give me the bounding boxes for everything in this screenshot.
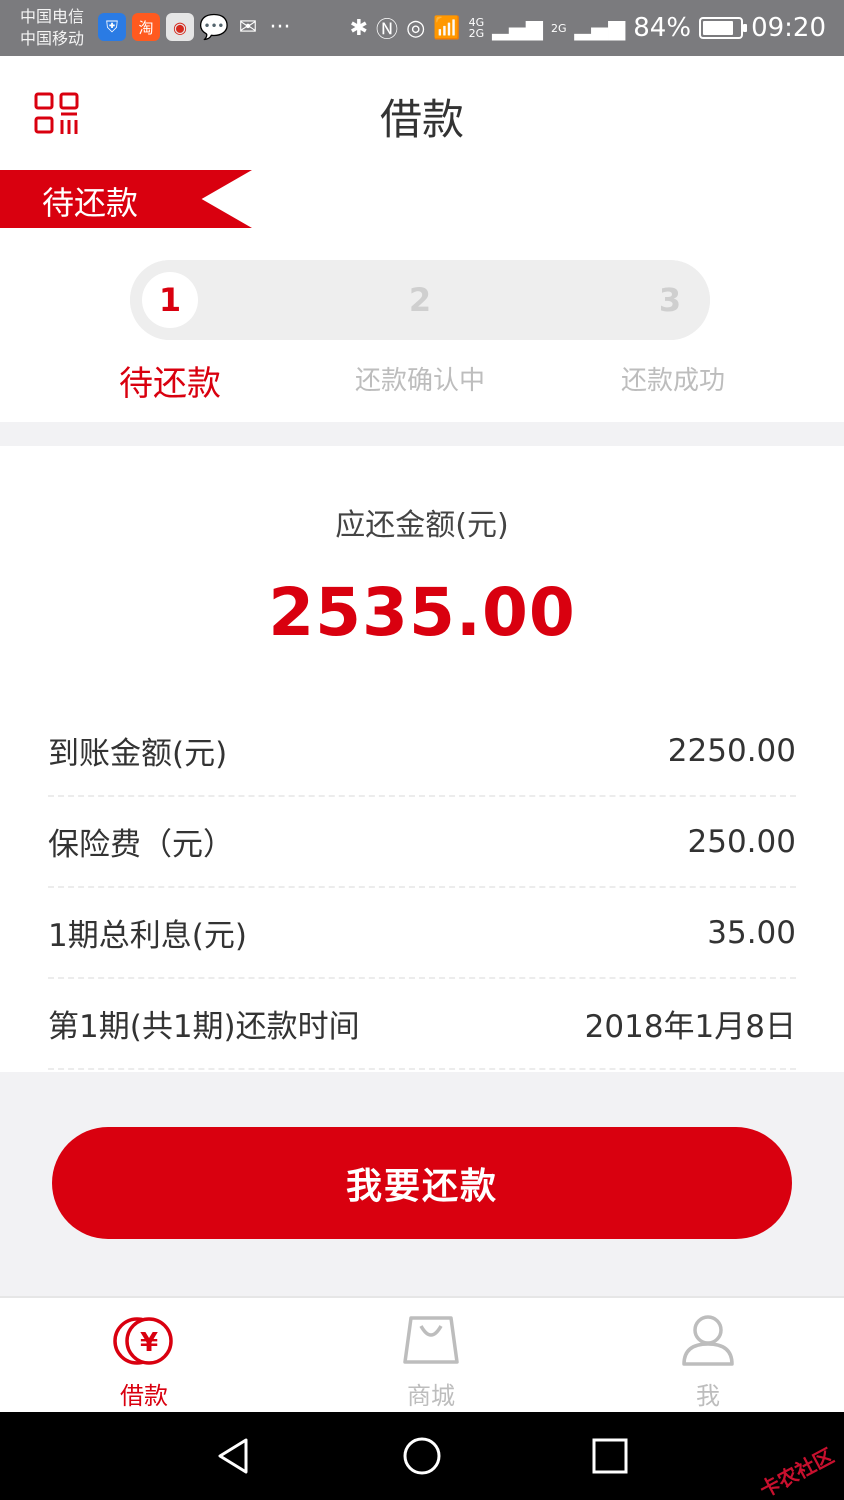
amount-due-label: 应还金额(元)	[335, 508, 509, 543]
tab-loan[interactable]: ¥ 借款	[44, 1298, 244, 1414]
tab-loan-label: 借款	[120, 1382, 168, 1410]
bluetooth-icon: ✱	[349, 15, 369, 41]
signal-2-icon: ▂▄▆	[574, 15, 626, 41]
detail-key: 保险费（元）	[48, 827, 234, 863]
detail-value: 35.00	[707, 914, 796, 951]
yuan-coin-icon: ¥	[113, 1317, 173, 1365]
step-3: 3	[630, 260, 710, 340]
carrier-names: 中国电信 中国移动	[20, 6, 84, 50]
carrier-1: 中国电信	[20, 7, 85, 26]
shopping-bag-icon	[403, 1316, 459, 1364]
status-bar: 中国电信 中国移动 ⛨ 淘 ◉ 💬 ✉ ··· ✱ Ⓝ ◎ 📶 4G 2G ▂▄▆…	[0, 0, 844, 56]
home-icon[interactable]	[400, 1434, 444, 1478]
watermark: 卡农社区	[755, 1443, 838, 1500]
chat-bubble-icon: 💬	[199, 13, 229, 41]
network-type-icon: 4G 2G	[468, 16, 485, 40]
weibo-icon: ◉	[166, 13, 194, 41]
nfc-icon: Ⓝ	[376, 18, 399, 43]
detail-list: 到账金额(元) 2250.00 保险费（元） 250.00 1期总利息(元) 3…	[48, 706, 796, 1070]
tab-mall[interactable]: 商城	[331, 1298, 531, 1414]
recents-icon[interactable]	[588, 1434, 632, 1478]
detail-row-interest: 1期总利息(元) 35.00	[48, 888, 796, 979]
detail-value: 2018年1月8日	[584, 1009, 796, 1045]
battery-icon	[699, 17, 748, 39]
svg-text:¥: ¥	[140, 1328, 158, 1358]
repay-button[interactable]: 我要还款	[52, 1127, 792, 1239]
step-2-number: 2	[408, 281, 432, 319]
detail-value: 250.00	[687, 823, 796, 860]
taobao-icon: 淘	[132, 13, 160, 41]
network-type-2-icon: 2G	[550, 21, 567, 35]
repayment-card: 应还金额(元) 2535.00 到账金额(元) 2250.00 保险费（元） 2…	[0, 446, 844, 1072]
more-notifications-icon: ···	[269, 14, 291, 40]
battery-percent: 84%	[633, 13, 692, 43]
amount-due-value: 2535.00	[268, 574, 576, 651]
wifi-icon: 📶	[433, 15, 461, 41]
tab-me-label: 我	[696, 1382, 720, 1410]
step-1-label: 待还款	[119, 364, 221, 404]
signal-1-icon: ▂▄▆	[492, 15, 543, 41]
shield-icon: ⛨	[98, 13, 126, 41]
repayment-progress: 待还款 1 2 3 待还款 还款确认中 还款成功	[0, 170, 844, 422]
detail-row-insurance: 保险费（元） 250.00	[48, 797, 796, 888]
clock: 09:20	[751, 13, 826, 43]
step-1: 1	[130, 260, 210, 340]
step-2: 2	[380, 260, 460, 340]
back-icon[interactable]	[212, 1434, 256, 1478]
bottom-tab-bar: ¥ 借款 商城 我	[0, 1296, 844, 1412]
status-ribbon-label: 待还款	[42, 184, 139, 222]
page-title: 借款	[379, 95, 464, 144]
detail-row-received: 到账金额(元) 2250.00	[48, 706, 796, 797]
app-header: 借款	[0, 56, 844, 170]
step-3-label: 还款成功	[620, 366, 725, 396]
eye-comfort-icon: ◎	[406, 15, 426, 41]
detail-key: 1期总利息(元)	[48, 918, 247, 954]
step-2-label: 还款确认中	[354, 366, 485, 396]
detail-row-due-date: 第1期(共1期)还款时间 2018年1月8日	[48, 979, 796, 1070]
mail-icon: ✉	[238, 14, 258, 40]
tab-mall-label: 商城	[407, 1382, 455, 1410]
user-icon	[682, 1315, 734, 1366]
tab-me[interactable]: 我	[608, 1298, 808, 1414]
notification-icons: ⛨ 淘 ◉ 💬 ✉ ···	[98, 13, 292, 41]
detail-value: 2250.00	[667, 732, 796, 769]
detail-key: 到账金额(元)	[48, 736, 228, 772]
detail-key: 第1期(共1期)还款时间	[48, 1009, 360, 1045]
system-nav-bar: 卡农社区	[0, 1412, 844, 1500]
carrier-2: 中国移动	[20, 29, 85, 48]
step-3-number: 3	[658, 281, 682, 319]
system-status: ✱ Ⓝ ◎ 📶 4G 2G ▂▄▆ 2G ▂▄▆ 84% 09:20	[350, 12, 826, 44]
step-1-number: 1	[142, 272, 198, 328]
